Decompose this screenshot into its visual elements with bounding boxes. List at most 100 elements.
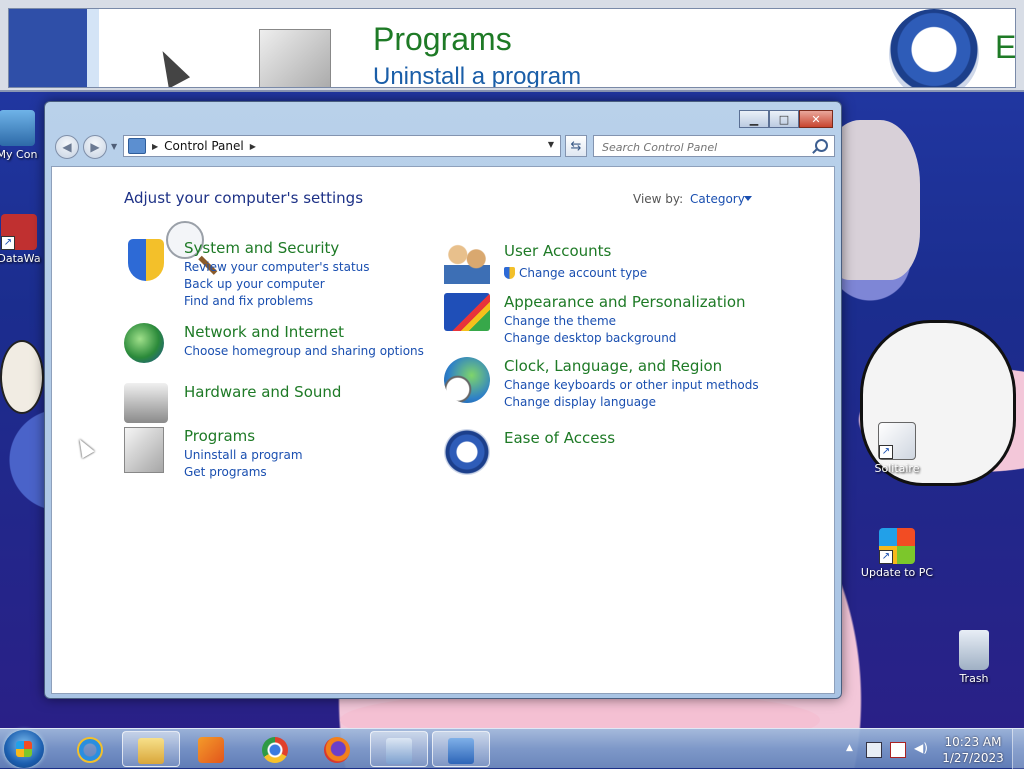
category-programs: Programs Uninstall a program Get program… [124,427,424,479]
breadcrumb-arrow-icon[interactable]: ▶ [152,142,158,151]
category-link[interactable]: Change display language [504,395,656,409]
page-title: Adjust your computer's settings [124,189,364,207]
view-by-label: View by: [633,192,684,206]
refresh-button[interactable]: ⇆ [565,135,587,157]
category-ease-of-access: Ease of Access [444,429,784,475]
category-title[interactable]: Ease of Access [504,429,615,447]
wallpaper-character [0,340,44,414]
category-title[interactable]: Clock, Language, and Region [504,357,722,375]
maximize-button[interactable]: □ [769,110,799,128]
search-icon[interactable] [815,139,828,152]
solitaire-icon: ↗ [878,422,916,460]
desktop-icon-label: DataWa [0,252,41,265]
category-link[interactable]: Uninstall a program [184,448,303,462]
category-user-accounts: User Accounts Change account type [444,242,784,284]
minimize-button[interactable]: ▁ [739,110,769,128]
network-icon[interactable] [866,742,882,758]
clock-date: 1/27/2023 [942,751,1004,765]
firefox-icon [324,737,350,763]
desktop-icon-label: My Con [0,148,38,161]
category-link[interactable]: Back up your computer [184,277,325,291]
magnifier-view: Programs Uninstall a program E [0,0,1024,92]
category-link[interactable]: Change the theme [504,314,616,328]
media-player-icon [198,737,224,763]
desktop-icon-solitaire[interactable]: ↗ Solitaire [860,422,934,475]
taskbar-control-panel[interactable] [432,731,490,767]
category-link[interactable]: Change keyboards or other input methods [504,378,759,392]
start-button[interactable] [4,730,44,768]
taskbar-media-player[interactable] [186,731,236,767]
show-desktop-button[interactable] [1012,729,1024,769]
shield-icon [128,239,164,281]
category-link[interactable]: Get programs [184,465,267,479]
desktop-icon-update-to-pc[interactable]: ↗ Update to PC [860,528,934,579]
taskbar-internet-explorer[interactable] [66,731,114,767]
category-title[interactable]: User Accounts [504,242,611,260]
network-globe-icon [124,323,164,363]
desktop-icon-label: Trash [959,672,989,685]
category-link[interactable]: Review your computer's status [184,260,370,274]
view-by-dropdown[interactable]: Category [690,192,745,206]
category-title[interactable]: System and Security [184,239,339,257]
magnified-desktop [9,9,87,87]
taskbar-chrome[interactable] [250,731,300,767]
folder-icon [138,738,164,764]
taskbar-firefox[interactable] [312,731,362,767]
category-link[interactable]: Find and fix problems [184,294,313,308]
magnified-fragment: E [995,29,1016,65]
address-dropdown-icon[interactable]: ▼ [548,140,554,149]
volume-icon[interactable]: ◀) [914,741,928,755]
internet-explorer-icon [77,737,103,763]
system-clock[interactable]: 10:23 AM 1/27/2023 [940,734,1006,766]
monitor-paint-icon [444,293,490,331]
category-link[interactable]: Change account type [504,266,647,280]
show-hidden-icons[interactable]: ▲ [846,743,860,757]
magnified-window-border [87,9,99,87]
recent-pages-dropdown[interactable]: ▼ [111,142,117,151]
desktop-icon-label: Solitaire [874,462,920,475]
address-bar[interactable]: ▶ Control Panel ▶ ▼ [123,135,561,157]
chrome-icon [262,737,288,763]
shortcut-arrow-icon: ↗ [879,550,893,564]
printer-speaker-icon [124,383,168,423]
search-input[interactable] [600,137,814,157]
recycle-bin-icon [959,630,989,670]
windows-update-icon: ↗ [879,528,915,564]
magnified-ease-of-access-icon [889,9,979,87]
category-clock-language-and-region: Clock, Language, and Region Change keybo… [444,357,784,409]
breadcrumb-control-panel[interactable]: Control Panel [164,139,244,153]
clock-globe-icon [444,357,490,403]
category-link[interactable]: Choose homegroup and sharing options [184,344,424,358]
control-panel-content: Adjust your computer's settings View by:… [51,166,835,694]
taskbar: ▲ ◀) 10:23 AM 1/27/2023 [0,728,1024,769]
category-network-and-internet: Network and Internet Choose homegroup an… [124,323,424,363]
view-by-caret-icon[interactable] [744,196,752,201]
action-center-icon[interactable] [890,742,906,758]
magnified-cursor-icon [151,45,191,87]
navigation-bar: ◀ ▶ ▼ ▶ Control Panel ▶ ▼ ⇆ [51,134,835,160]
category-title[interactable]: Appearance and Personalization [504,293,746,311]
category-link-label: Change account type [519,266,648,280]
users-icon [444,242,490,284]
app-shortcut-icon: ↗ [1,214,37,250]
category-link[interactable]: Change desktop background [504,331,676,345]
forward-button[interactable]: ▶ [83,135,107,159]
window-controls: ▁ □ ✕ [739,110,833,128]
breadcrumb-arrow-icon[interactable]: ▶ [250,142,256,151]
taskbar-windows-explorer[interactable] [122,731,180,767]
control-panel-icon [448,738,474,764]
shortcut-arrow-icon: ↗ [879,445,893,459]
category-appearance-and-personalization: Appearance and Personalization Change th… [444,293,784,345]
category-system-and-security: System and Security Review your computer… [124,239,424,309]
close-button[interactable]: ✕ [799,110,833,128]
control-panel-window: ▁ □ ✕ ◀ ▶ ▼ ▶ Control Panel ▶ ▼ ⇆ Adjust… [44,101,842,699]
desktop-icon-trash[interactable]: Trash [937,630,1011,685]
back-button[interactable]: ◀ [55,135,79,159]
taskbar-magnifier[interactable] [370,731,428,767]
search-box[interactable] [593,135,835,157]
magnifier-icon [386,738,412,764]
category-title[interactable]: Hardware and Sound [184,383,341,401]
category-title[interactable]: Programs [184,427,255,445]
control-panel-icon [128,138,146,154]
category-title[interactable]: Network and Internet [184,323,344,341]
